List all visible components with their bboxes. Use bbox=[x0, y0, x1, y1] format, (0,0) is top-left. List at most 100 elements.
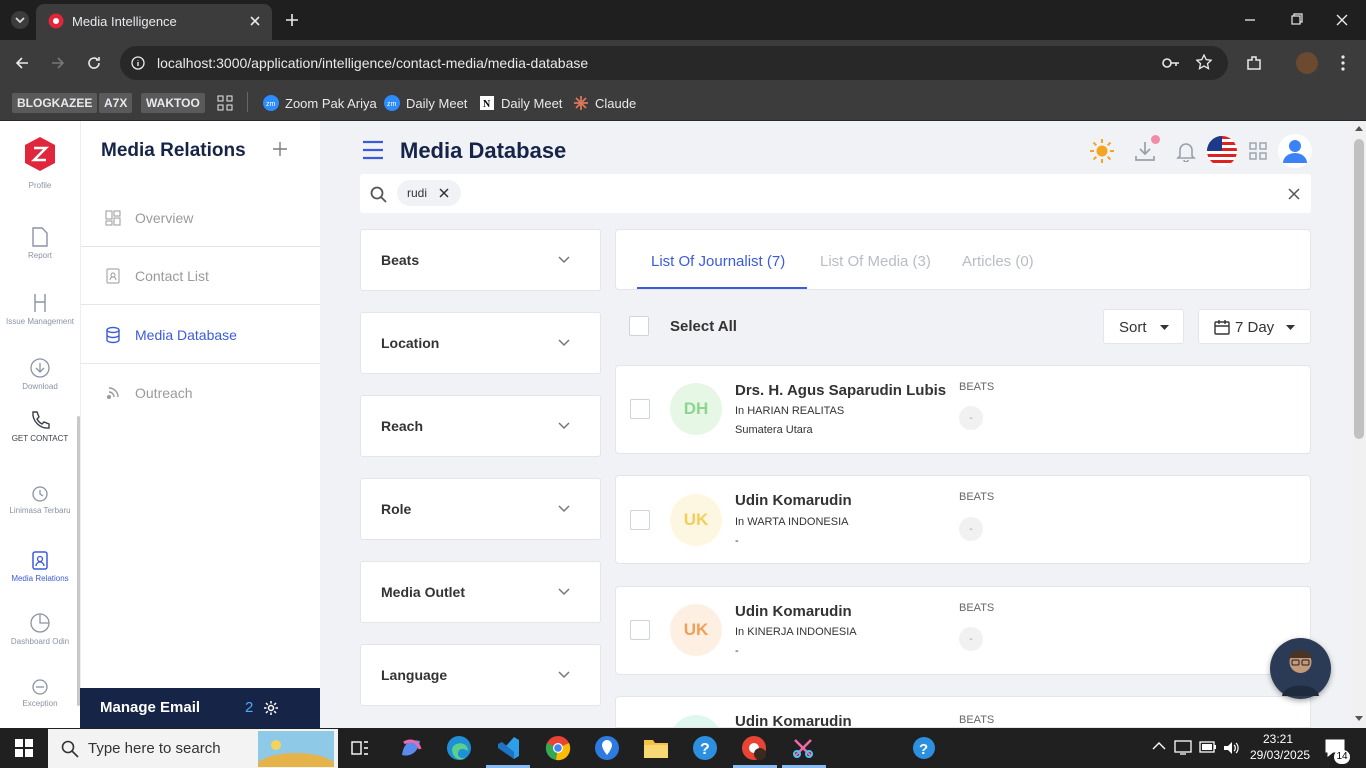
new-tab-icon[interactable] bbox=[285, 13, 299, 27]
profile-avatar[interactable] bbox=[1296, 52, 1318, 74]
file-explorer-icon[interactable] bbox=[643, 736, 669, 760]
journalist-location: - bbox=[735, 645, 739, 657]
task-view-icon[interactable] bbox=[350, 738, 370, 758]
rail-report[interactable]: Report bbox=[0, 226, 80, 260]
chrome-profile-icon[interactable] bbox=[741, 735, 767, 761]
bookmark-item[interactable]: A7X bbox=[99, 92, 133, 114]
network-icon[interactable] bbox=[1174, 739, 1192, 755]
add-icon[interactable] bbox=[273, 142, 287, 156]
chrome-icon[interactable] bbox=[545, 735, 571, 761]
tray-chevron-up-icon[interactable] bbox=[1152, 741, 1166, 751]
bell-icon[interactable] bbox=[1175, 140, 1197, 162]
nav-item-overview[interactable]: Overview bbox=[81, 189, 321, 247]
gear-icon[interactable] bbox=[263, 700, 279, 716]
bookmark-star-icon[interactable] bbox=[1196, 54, 1212, 70]
windows-start-icon[interactable] bbox=[15, 739, 33, 757]
apps-grid-icon[interactable] bbox=[1249, 142, 1267, 160]
nav-item-media-database[interactable]: Media Database bbox=[81, 306, 321, 364]
filter-location[interactable]: Location bbox=[360, 312, 601, 374]
reload-icon[interactable] bbox=[86, 55, 102, 71]
bookmark-item[interactable]: WAKTOO bbox=[141, 92, 205, 114]
rail-exception[interactable]: Exception bbox=[0, 678, 80, 708]
maps-icon[interactable] bbox=[594, 735, 620, 761]
us-flag-icon[interactable] bbox=[1206, 135, 1238, 167]
apps-grid-icon[interactable] bbox=[217, 92, 233, 114]
journalist-card[interactable]: Udin Komarudin BEATS bbox=[615, 696, 1311, 728]
sort-dropdown[interactable]: Sort bbox=[1103, 309, 1184, 344]
password-key-icon[interactable] bbox=[1161, 55, 1181, 71]
theme-sun-icon[interactable] bbox=[1089, 138, 1115, 164]
url-field[interactable]: localhost:3000/application/intelligence/… bbox=[120, 46, 1228, 80]
window-close-icon[interactable] bbox=[1334, 12, 1350, 28]
filter-role[interactable]: Role bbox=[360, 478, 601, 540]
page-scrollbar[interactable] bbox=[1352, 121, 1366, 728]
search-bar[interactable]: rudi bbox=[360, 174, 1311, 213]
beats-value: - bbox=[959, 406, 983, 430]
rail-issue-management[interactable]: Issue Management bbox=[0, 292, 80, 326]
rail-media-relations[interactable]: Media Relations bbox=[0, 549, 80, 583]
rail-dashboard-odin[interactable]: Dashboard Odin bbox=[0, 612, 80, 646]
journalist-name[interactable]: Udin Komarudin bbox=[735, 713, 852, 727]
filter-media-outlet[interactable]: Media Outlet bbox=[360, 561, 601, 623]
rail-download[interactable]: Download bbox=[0, 357, 80, 391]
volume-icon[interactable] bbox=[1222, 740, 1240, 756]
bookmark-item[interactable]: N Daily Meet bbox=[479, 92, 562, 114]
help-icon[interactable]: ? bbox=[912, 736, 936, 760]
edge-icon[interactable] bbox=[446, 735, 472, 761]
nav-item-outreach[interactable]: Outreach bbox=[81, 364, 321, 422]
bookmark-item[interactable]: Claude bbox=[573, 92, 636, 114]
user-avatar[interactable] bbox=[1277, 133, 1313, 169]
snipping-tool-icon[interactable] bbox=[790, 735, 816, 761]
nav-item-contact-list[interactable]: Contact List bbox=[81, 247, 321, 305]
minimize-icon[interactable] bbox=[1242, 12, 1258, 28]
journalist-card[interactable]: UK Udin Komarudin In KINERJA INDONESIA -… bbox=[615, 586, 1311, 675]
journalist-card[interactable]: UK Udin Komarudin In WARTA INDONESIA - B… bbox=[615, 475, 1311, 564]
chatbot-avatar[interactable] bbox=[1270, 638, 1331, 699]
journalist-media: In HARIAN REALITAS bbox=[735, 405, 845, 417]
tab-media[interactable]: List Of Media (3) bbox=[820, 253, 931, 270]
journalist-card[interactable]: DH Drs. H. Agus Saparudin Lubis In HARIA… bbox=[615, 365, 1311, 454]
browser-tab[interactable]: Media Intelligence bbox=[36, 4, 272, 40]
taskbar-search[interactable]: Type here to search bbox=[48, 729, 338, 768]
filter-reach[interactable]: Reach bbox=[360, 395, 601, 457]
row-checkbox[interactable] bbox=[630, 399, 650, 419]
bookmark-item[interactable]: BLOGKAZEE bbox=[12, 92, 98, 114]
select-all-checkbox[interactable] bbox=[629, 316, 649, 336]
filter-beats[interactable]: Beats bbox=[360, 229, 601, 291]
journalist-name[interactable]: Udin Komarudin bbox=[735, 603, 852, 620]
browser-menu-icon[interactable] bbox=[1340, 54, 1346, 72]
back-icon[interactable] bbox=[14, 55, 30, 71]
svg-text:N: N bbox=[483, 99, 491, 110]
row-checkbox[interactable] bbox=[630, 510, 650, 530]
bookmark-item[interactable]: zm Daily Meet bbox=[384, 92, 467, 114]
restore-icon[interactable] bbox=[1288, 12, 1304, 28]
vscode-icon[interactable] bbox=[495, 735, 521, 761]
scrollbar-thumb[interactable] bbox=[1354, 139, 1364, 439]
filter-language[interactable]: Language bbox=[360, 644, 601, 706]
forward-icon[interactable] bbox=[50, 55, 66, 71]
battery-icon[interactable] bbox=[1199, 741, 1217, 753]
copilot-icon[interactable] bbox=[398, 735, 424, 761]
help-icon[interactable]: ? bbox=[692, 735, 718, 761]
tab-journalist[interactable]: List Of Journalist (7) bbox=[651, 253, 785, 270]
site-info-icon[interactable] bbox=[130, 55, 146, 71]
rail-profile[interactable]: Profile bbox=[0, 181, 80, 190]
journalist-name[interactable]: Udin Komarudin bbox=[735, 492, 852, 509]
journalist-name[interactable]: Drs. H. Agus Saparudin Lubis bbox=[735, 382, 946, 399]
clear-search-icon[interactable] bbox=[1288, 188, 1300, 200]
hamburger-menu-icon[interactable] bbox=[362, 140, 384, 160]
extensions-icon[interactable] bbox=[1245, 54, 1263, 72]
tab-articles[interactable]: Articles (0) bbox=[962, 253, 1034, 270]
bookmark-divider bbox=[247, 92, 248, 112]
app-logo[interactable] bbox=[22, 136, 58, 172]
row-checkbox[interactable] bbox=[630, 620, 650, 640]
rail-get-contact[interactable]: GET CONTACT bbox=[0, 409, 80, 443]
taskbar-clock[interactable]: 23:21 29/03/2025 bbox=[1250, 731, 1310, 763]
rail-linimasa[interactable]: Linimasa Terbaru bbox=[0, 485, 80, 515]
tab-search-icon[interactable] bbox=[10, 10, 30, 30]
bookmark-item[interactable]: zm Zoom Pak Ariya bbox=[263, 92, 377, 114]
close-tab-icon[interactable] bbox=[248, 14, 262, 28]
chip-remove-icon[interactable] bbox=[439, 188, 449, 198]
manage-email-bar[interactable]: Manage Email 2 bbox=[80, 688, 320, 728]
period-dropdown[interactable]: 7 Day bbox=[1198, 309, 1311, 344]
